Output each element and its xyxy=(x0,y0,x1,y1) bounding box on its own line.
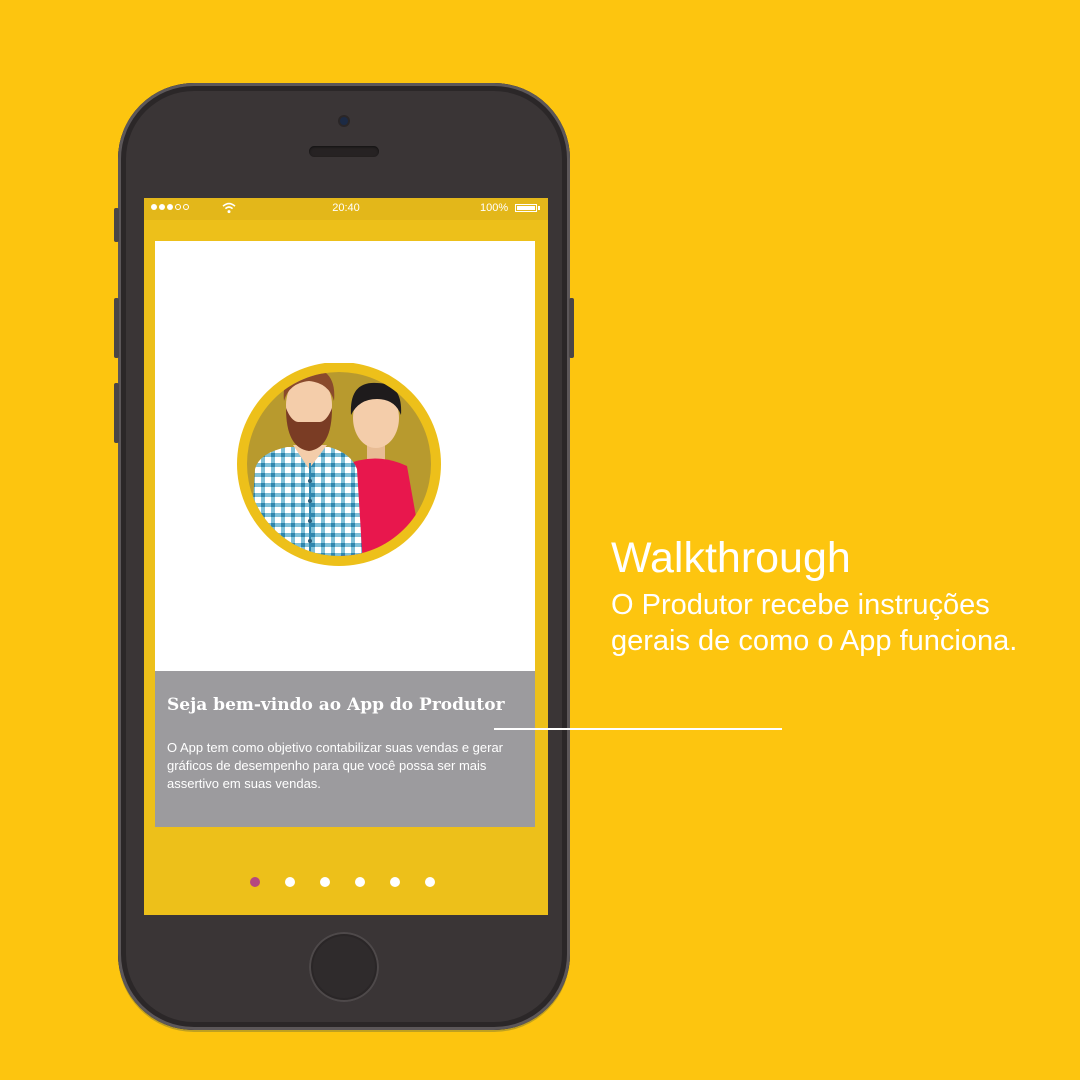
volume-down-button xyxy=(114,383,119,443)
page-dot-1[interactable] xyxy=(250,877,260,887)
producers-avatar-icon xyxy=(237,363,441,566)
mute-switch xyxy=(114,208,119,242)
walkthrough-card[interactable]: Seja bem-vindo ao App do Produtor O App … xyxy=(155,241,535,827)
front-camera xyxy=(340,117,348,125)
card-title: Seja bem-vindo ao App do Produtor xyxy=(167,695,505,715)
card-description: O App tem como objetivo contabilizar sua… xyxy=(167,740,504,791)
card-info-panel: Seja bem-vindo ao App do Produtor O App … xyxy=(155,671,535,827)
page-dot-3[interactable] xyxy=(320,877,330,887)
pagination-dots xyxy=(250,877,435,887)
page-dot-6[interactable] xyxy=(425,877,435,887)
battery-tip xyxy=(538,206,540,210)
section-description: O Produtor recebe instruções gerais de c… xyxy=(611,589,1018,657)
battery-percentage: 100% xyxy=(480,202,509,214)
power-button xyxy=(569,298,574,358)
earpiece-speaker xyxy=(309,146,379,157)
volume-up-button xyxy=(114,298,119,358)
phone-mockup: 20:40 100% Seja bem-vindo ao App do Prod… xyxy=(114,83,574,1030)
battery-icon xyxy=(515,204,537,212)
status-bar: 20:40 100% xyxy=(144,198,548,220)
home-button xyxy=(309,932,379,1002)
section-heading: Walkthrough xyxy=(611,534,851,582)
page-dot-5[interactable] xyxy=(390,877,400,887)
phone-screen: 20:40 100% Seja bem-vindo ao App do Prod… xyxy=(144,198,548,915)
page-dot-4[interactable] xyxy=(355,877,365,887)
page-dot-2[interactable] xyxy=(285,877,295,887)
callout-line xyxy=(494,728,782,730)
